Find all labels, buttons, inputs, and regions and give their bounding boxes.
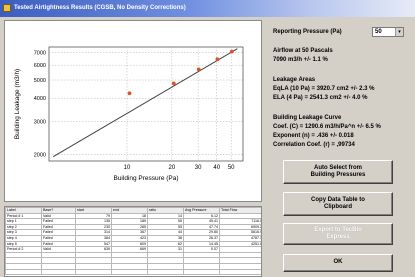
copy-table-button[interactable]: Copy Data Table to Clipboard xyxy=(283,192,393,216)
x-tick-label: 10 xyxy=(124,165,131,171)
x-tick-label: 50 xyxy=(228,165,235,171)
table-cell xyxy=(219,268,261,276)
table-cell xyxy=(183,268,220,276)
y-axis-label: Building Leakage (m3/h) xyxy=(14,69,21,139)
data-point xyxy=(215,57,220,62)
data-point xyxy=(196,67,201,72)
reporting-pressure-value: 50 xyxy=(375,29,382,35)
exponent-value: Exponent (n) = .436 +/- 0.018 xyxy=(273,133,354,139)
chevron-down-icon[interactable]: ▾ xyxy=(395,28,403,36)
export-button[interactable]: Export to TecBlo Express xyxy=(283,223,393,245)
leakage-chart: 2000 3000 4000 5000 6000 7000 10 20 30 40 50 Buildi… xyxy=(4,20,262,202)
y-tick-label: 7000 xyxy=(34,51,46,57)
table-cell xyxy=(41,268,76,276)
eqla-value: EqLA (10 Pa) = 3920.7 cm2 +/- 2.3 % xyxy=(273,86,375,92)
leakage-areas-heading: Leakage Areas xyxy=(273,77,316,83)
ela-value: ELA (4 Pa) = 2541.3 cm2 +/- 4.0 % xyxy=(273,95,368,101)
results-window: Tested Airtightness Results (CGSB, No De… xyxy=(0,0,415,277)
leakage-curve-heading: Building Leakage Curve xyxy=(273,115,342,121)
x-tick-label: 30 xyxy=(195,165,202,171)
data-point xyxy=(229,49,234,54)
data-point xyxy=(171,81,176,86)
x-axis-label: Building Pressure (Pa) xyxy=(113,175,178,182)
plot-area xyxy=(48,46,244,162)
ok-label: OK xyxy=(333,259,343,266)
x-tick-label: 20 xyxy=(169,165,176,171)
window-title: Tested Airtightness Results (CGSB, No De… xyxy=(14,5,186,11)
correlation-value: Correlation Coef. (r) = ,99734 xyxy=(273,142,355,148)
y-tick-label: 6000 xyxy=(34,63,46,69)
x-tick-label: 40 xyxy=(213,165,220,171)
window-titlebar[interactable]: Tested Airtightness Results (CGSB, No De… xyxy=(0,0,415,17)
y-tick-label: 2000 xyxy=(34,153,46,159)
chart-svg: 2000 3000 4000 5000 6000 7000 10 20 30 40 50 Buildi… xyxy=(14,46,244,182)
copy-label-2: Clipboard xyxy=(324,204,352,210)
data-table[interactable]: Label Base? start end ratio Avg Pressure Total… xyxy=(4,206,262,277)
y-tick-label: 3000 xyxy=(34,120,46,126)
export-label-2: Express xyxy=(326,234,350,240)
auto-select-label-2: Building Pressures xyxy=(310,172,366,178)
airflow-label: Airflow at 50 Pascals xyxy=(273,48,333,54)
auto-select-button[interactable]: Auto Select from Building Pressures xyxy=(283,160,393,184)
results-panel: Reporting Pressure (Pa) 50 ▾ Airflow at … xyxy=(265,17,415,277)
app-icon xyxy=(3,4,11,12)
coef-value: Coef. (C) = 1290.6 m3/h/Pa^n +/- 6.5 % xyxy=(273,124,381,130)
export-label-1: Export to TecBlo xyxy=(314,226,362,233)
y-tick-label: 4000 xyxy=(34,96,46,102)
table-cell xyxy=(111,268,148,276)
table-cell xyxy=(75,268,112,276)
ok-button[interactable]: OK xyxy=(283,254,393,272)
auto-select-label-1: Auto Select from xyxy=(313,164,362,171)
reporting-pressure-label: Reporting Pressure (Pa) xyxy=(273,29,342,35)
copy-label-1: Copy Data Table to xyxy=(311,196,365,203)
reporting-pressure-select[interactable]: 50 ▾ xyxy=(372,27,404,37)
data-point xyxy=(127,91,132,96)
table-cell xyxy=(147,268,184,276)
y-tick-label: 5000 xyxy=(34,78,46,84)
table-cell xyxy=(5,268,42,276)
airflow-value: 7090 m3/h +/- 1.1 % xyxy=(273,57,328,63)
table-row[interactable] xyxy=(5,268,261,276)
